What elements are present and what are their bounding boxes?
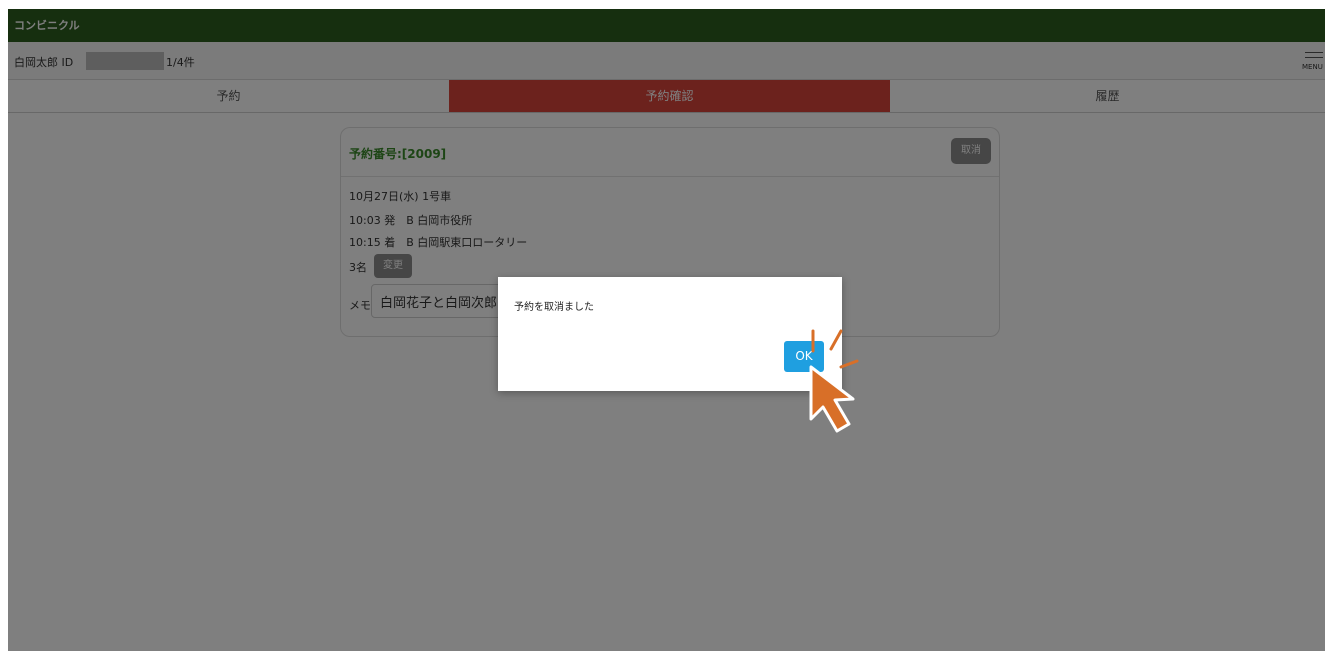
click-pointer-icon <box>809 329 859 433</box>
app-window: コンビニクル 白岡太郎 ID 1/4件 MENU 予約 予約確認 履歴 予約番号… <box>8 9 1325 651</box>
arrow-cursor-icon <box>809 365 855 433</box>
dialog-message: 予約を取消ました <box>514 302 594 313</box>
click-burst-line <box>829 329 843 351</box>
click-burst-line <box>839 359 859 369</box>
